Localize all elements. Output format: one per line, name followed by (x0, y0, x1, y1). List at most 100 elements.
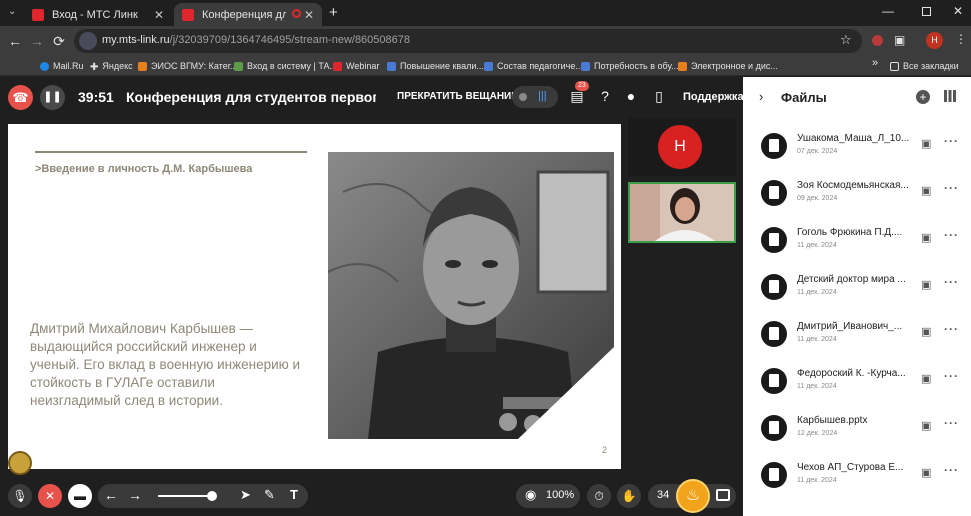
file-date: 11 дек. 2024 (797, 477, 837, 484)
list-item[interactable]: Чехов АП_Стурова Е... 11 дек. 2024 ▣ ··· (743, 454, 971, 494)
chat-badge: 23 (575, 81, 589, 91)
bookmark-item[interactable]: Webinar (333, 59, 379, 73)
bookmarks-bar: Mail.Ru ✚ Яндекс ЭИОС ВГМУ: Катег... Вход… (0, 56, 971, 76)
profile-avatar[interactable]: Н (926, 32, 943, 49)
question-icon[interactable]: ? (596, 88, 614, 104)
pen-tool-icon[interactable]: ✎ (264, 487, 275, 503)
browser-menu-icon[interactable]: ⋮ (955, 32, 967, 46)
list-item[interactable]: Детский доктор мира ... 11 дек. 2024 ▣ ··· (743, 266, 971, 306)
collapse-chevron-icon[interactable]: › (759, 89, 763, 104)
show-file-icon[interactable]: ▣ (921, 278, 931, 291)
file-date: 07 дек. 2024 (797, 148, 838, 155)
minimize-icon[interactable]: — (882, 4, 894, 18)
document-icon[interactable]: ▯ (650, 88, 668, 105)
file-date: 12 дек. 2024 (797, 430, 838, 437)
more-icon[interactable]: ··· (944, 463, 959, 477)
list-item[interactable]: Карбышев.pptx 12 дек. 2024 ▣ ··· (743, 407, 971, 447)
show-file-icon[interactable]: ▣ (921, 231, 931, 244)
slider-handle[interactable] (207, 491, 217, 501)
files-panel: › Файлы + Ушакома_Маша_Л_10... 07 дек. 20… (743, 77, 971, 516)
list-item[interactable]: Дмитрий_Иванович_... 11 дек. 2024 ▣ ··· (743, 313, 971, 353)
eye-icon: ◉ (525, 487, 537, 502)
bookmark-item[interactable]: ✚ Яндекс (90, 59, 133, 73)
list-item[interactable]: Ушакома_Маша_Л_10... 07 дек. 2024 ▣ ··· (743, 125, 971, 165)
back-arrow-icon[interactable]: ← (7, 33, 23, 49)
participant-tile[interactable]: Н (628, 118, 736, 176)
reload-icon[interactable]: ⟳ (51, 33, 67, 49)
screen-share-button[interactable]: ▬ (68, 484, 92, 508)
avatar: Н (658, 125, 702, 169)
more-icon[interactable]: ··· (944, 416, 959, 430)
next-slide-arrow-icon[interactable]: → (128, 487, 142, 503)
show-file-icon[interactable]: ▣ (921, 419, 931, 432)
participant-video-tile[interactable] (628, 182, 736, 243)
new-tab-icon[interactable]: + (329, 4, 338, 21)
site-info-icon[interactable] (79, 32, 97, 50)
participants-icon[interactable]: ● (622, 88, 640, 104)
broadcast-toggle[interactable]: ||| (512, 86, 558, 108)
support-button[interactable]: Поддержка (683, 91, 744, 103)
more-icon[interactable]: ··· (944, 228, 959, 242)
slide-divider (35, 151, 307, 153)
grid-view-icon[interactable] (944, 90, 956, 102)
file-name: Дмитрий_Иванович_... (797, 321, 903, 332)
prev-slide-arrow-icon[interactable]: ← (104, 487, 118, 503)
bookmark-item[interactable]: Mail.Ru (40, 59, 84, 73)
show-file-icon[interactable]: ▣ (921, 466, 931, 479)
more-icon[interactable]: ··· (944, 322, 959, 336)
add-file-button[interactable]: + (916, 90, 930, 104)
close-window-icon[interactable]: ✕ (953, 4, 963, 18)
extension-icon[interactable] (872, 35, 883, 46)
camera-off-button[interactable]: ✕ (38, 484, 62, 508)
picture-in-picture-icon[interactable] (716, 489, 730, 501)
list-item[interactable]: Федороский К. -Курча... 11 дек. 2024 ▣ ··· (743, 360, 971, 400)
more-icon[interactable]: ··· (944, 275, 959, 289)
more-icon[interactable]: ··· (944, 369, 959, 383)
phone-hangup-icon: ☎ (12, 90, 29, 105)
list-item[interactable]: Гоголь Фрюкина П.Д.... 11 дек. 2024 ▣ ··· (743, 219, 971, 259)
raise-hand-button[interactable]: ✋ (617, 484, 641, 508)
forward-arrow-icon[interactable]: → (29, 33, 45, 49)
tab-conference[interactable]: Конференция для студентов ✕ (174, 3, 322, 26)
show-file-icon[interactable]: ▣ (921, 372, 931, 385)
file-icon (761, 180, 787, 206)
bookmark-item[interactable]: Повышение квали... (387, 59, 484, 73)
close-icon[interactable]: ✕ (154, 8, 164, 22)
folder-icon (890, 61, 899, 71)
bookmark-item[interactable]: Состав педагогиче... (484, 59, 583, 73)
extensions-puzzle-icon[interactable]: ▣ (894, 33, 905, 47)
more-icon[interactable]: ··· (944, 181, 959, 195)
slide-progress-slider[interactable] (158, 495, 213, 497)
address-bar[interactable]: my.mts-link.ru/j/32039709/1364746495/str… (74, 29, 862, 53)
fire-reaction-button[interactable]: ♨ (676, 479, 710, 513)
all-bookmarks[interactable]: Все закладки (890, 59, 959, 73)
restore-icon[interactable] (922, 7, 931, 16)
bookmark-item[interactable]: Электронное и дис... (678, 59, 778, 73)
bookmark-item[interactable]: Вход в систему | ТА... (234, 59, 337, 73)
pause-button[interactable]: ❚❚ (40, 85, 65, 110)
bookmark-item[interactable]: ЭИОС ВГМУ: Катег... (138, 59, 237, 73)
show-file-icon[interactable]: ▣ (921, 325, 931, 338)
yandex-icon: ✚ (90, 61, 99, 73)
more-icon[interactable]: ··· (944, 134, 959, 148)
file-icon (761, 462, 787, 488)
more-bookmarks-icon[interactable]: » (872, 57, 878, 69)
tab-search-chevron-icon[interactable]: ⌄ (8, 6, 16, 17)
close-icon[interactable]: ✕ (304, 8, 314, 22)
bookmark-item[interactable]: Потребность в обу... (581, 59, 679, 73)
file-date: 11 дек. 2024 (797, 336, 837, 343)
bookmark-star-icon[interactable]: ☆ (840, 32, 852, 48)
webcam-image (630, 184, 734, 241)
microphone-button[interactable]: 🎙 (8, 484, 32, 508)
text-tool-icon[interactable]: T (290, 487, 298, 502)
show-file-icon[interactable]: ▣ (921, 184, 931, 197)
pointer-tool-icon[interactable]: ➤ (240, 487, 251, 503)
show-file-icon[interactable]: ▣ (921, 137, 931, 150)
end-call-button[interactable]: ☎ (8, 85, 33, 110)
broadcast-timer: 39:51 (78, 89, 114, 105)
tab-login[interactable]: Вход - МТС Линк ✕ (24, 3, 172, 26)
mts-link-favicon-icon (32, 8, 44, 21)
timer-button[interactable]: ⏱ (587, 484, 611, 508)
stop-broadcast-button[interactable]: ПРЕКРАТИТЬ ВЕЩАНИЕ (397, 91, 518, 102)
list-item[interactable]: Зоя Космодемьянская... 09 дек. 2024 ▣ ··· (743, 172, 971, 212)
